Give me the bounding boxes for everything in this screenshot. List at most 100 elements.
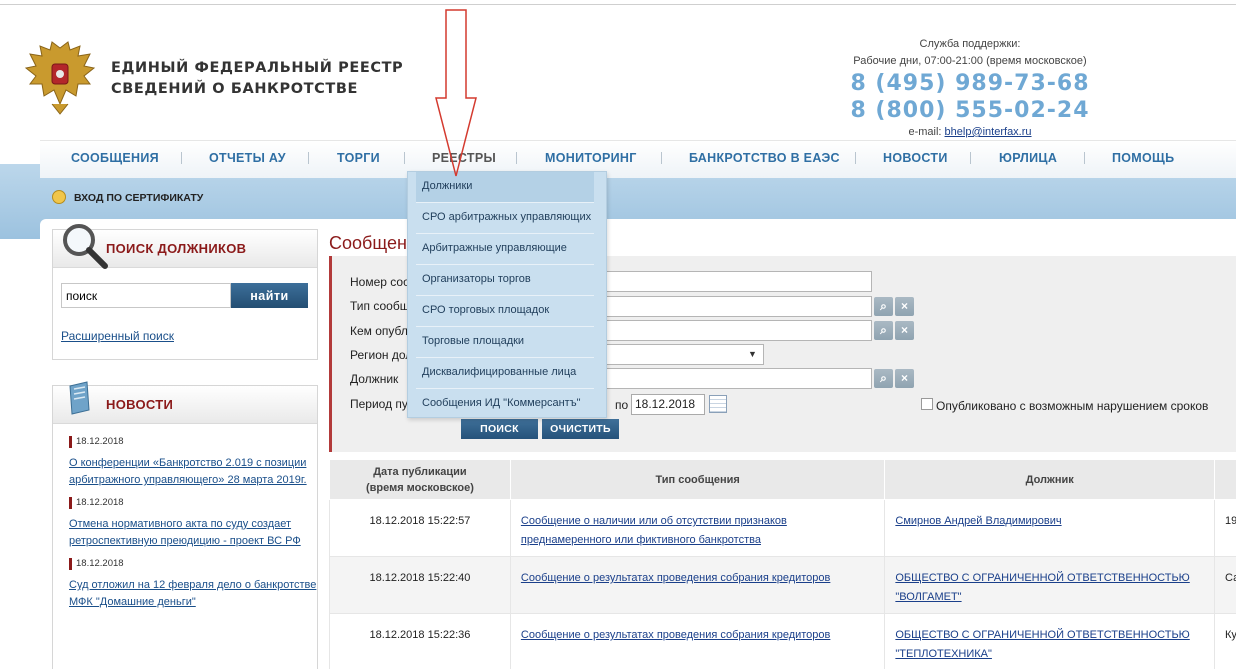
news-link[interactable]: Суд отложил на 12 февраля дело о банкрот… xyxy=(69,577,317,611)
nav-separator xyxy=(404,152,405,164)
period-to-input[interactable]: 18.12.2018 xyxy=(631,394,705,415)
advanced-search-link[interactable]: Расширенный поиск xyxy=(61,329,174,343)
nav-separator xyxy=(181,152,182,164)
row-debtor-cell: ОБЩЕСТВО С ОГРАНИЧЕННОЙ ОТВЕТСТВЕННОСТЬЮ… xyxy=(884,556,1215,614)
support-email-link[interactable]: bhelp@interfax.ru xyxy=(945,126,1032,138)
nav-item-help[interactable]: ПОМОЩЬ xyxy=(1112,141,1174,175)
lookup-icon[interactable]: ⌕ xyxy=(874,321,893,340)
email-label: e-mail: xyxy=(908,126,942,138)
debtor-search-input[interactable] xyxy=(61,283,231,308)
support-label: Служба поддержки: xyxy=(919,38,1021,50)
down-arrow-icon xyxy=(435,9,477,177)
label-debtor-region: Регион дол xyxy=(350,348,413,362)
period-to-label: по xyxy=(615,398,629,412)
row-debtor-link[interactable]: ОБЩЕСТВО С ОГРАНИЧЕННОЙ ОТВЕТСТВЕННОСТЬЮ… xyxy=(895,629,1189,660)
russian-coat-of-arms-icon xyxy=(24,41,96,115)
news-link[interactable]: Отмена нормативного акта по суду создает… xyxy=(69,516,317,550)
table-row: 18.12.2018 15:22:40 Сообщение о результа… xyxy=(329,556,1236,614)
dropdown-item-sro-au[interactable]: СРО арбитражных управляющих xyxy=(416,203,594,234)
clear-x-icon[interactable]: × xyxy=(895,297,914,316)
row-debtor-link[interactable]: ОБЩЕСТВО С ОГРАНИЧЕННОЙ ОТВЕТСТВЕННОСТЬЮ… xyxy=(895,572,1189,603)
support-email-row: e-mail: bhelp@interfax.ru xyxy=(830,124,1110,141)
news-date: 18.12.2018 xyxy=(69,558,317,570)
debtor-input[interactable] xyxy=(602,368,872,389)
lookup-icon[interactable]: ⌕ xyxy=(874,297,893,316)
dropdown-item-trading-platforms[interactable]: Торговые площадки xyxy=(416,327,594,358)
nav-item-news[interactable]: НОВОСТИ xyxy=(883,141,948,175)
chevron-down-icon: ▼ xyxy=(748,349,757,359)
nav-separator xyxy=(516,152,517,164)
page-title: Сообщени xyxy=(329,233,417,253)
row-type-cell: Сообщение о результатах проведения собра… xyxy=(509,613,886,669)
dropdown-item-arbitration-managers[interactable]: Арбитражные управляющие xyxy=(416,234,594,265)
table-row: 18.12.2018 15:22:36 Сообщение о результа… xyxy=(329,613,1236,669)
news-item: 18.12.2018 О конференции «Банкротство 2.… xyxy=(53,436,317,489)
results-table: Дата публикации (время московское) Тип с… xyxy=(329,459,1236,669)
row-debtor-cell: Смирнов Андрей Владимирович xyxy=(884,499,1215,557)
nav-item-au-reports[interactable]: ОТЧЕТЫ АУ xyxy=(209,141,286,175)
published-by-input[interactable] xyxy=(602,320,872,341)
debtor-region-select[interactable] xyxy=(602,344,764,365)
label-debtor: Должник xyxy=(350,372,399,386)
support-hours: Рабочие дни, 07:00-21:00 (время московск… xyxy=(853,55,1087,67)
registries-dropdown: Должники СРО арбитражных управляющих Арб… xyxy=(407,171,607,418)
dropdown-item-auction-organizers[interactable]: Организаторы торгов xyxy=(416,265,594,296)
news-date: 18.12.2018 xyxy=(69,436,317,448)
nav-separator xyxy=(661,152,662,164)
certificate-login[interactable]: ВХОД ПО СЕРТИФИКАТУ xyxy=(52,188,203,208)
dropdown-item-sro-trading-platforms[interactable]: СРО торговых площадок xyxy=(416,296,594,327)
nav-separator xyxy=(855,152,856,164)
news-header: НОВОСТИ xyxy=(53,381,317,424)
nav-item-auctions[interactable]: ТОРГИ xyxy=(337,141,380,175)
row-debtor-cell: ОБЩЕСТВО С ОГРАНИЧЕННОЙ ОТВЕТСТВЕННОСТЬЮ… xyxy=(884,613,1215,669)
row-extra: Са xyxy=(1214,556,1236,614)
debtor-search-header: ПОИСК ДОЛЖНИКОВ xyxy=(53,224,317,269)
top-divider xyxy=(0,4,1236,5)
row-extra: 19 xyxy=(1214,499,1236,557)
debtor-search-box: ПОИСК ДОЛЖНИКОВ найти Расширенный поиск xyxy=(52,224,318,360)
news-box: НОВОСТИ 18.12.2018 О конференции «Банкро… xyxy=(52,381,318,669)
label-message-type: Тип сообщ xyxy=(350,299,410,313)
row-type-link[interactable]: Сообщение о наличии или об отсутствии пр… xyxy=(521,515,787,546)
message-number-input[interactable] xyxy=(602,271,872,292)
row-date: 18.12.2018 15:22:40 xyxy=(329,556,511,614)
nav-item-monitoring[interactable]: МОНИТОРИНГ xyxy=(545,141,637,175)
col-header-type: Тип сообщения xyxy=(509,459,886,500)
nav-item-messages[interactable]: СООБЩЕНИЯ xyxy=(71,141,159,175)
table-row: 18.12.2018 15:22:57 Сообщение о наличии … xyxy=(329,499,1236,557)
clear-x-icon[interactable]: × xyxy=(895,321,914,340)
lock-icon xyxy=(52,190,66,205)
row-date: 18.12.2018 15:22:57 xyxy=(329,499,511,557)
main-nav: СООБЩЕНИЯ ОТЧЕТЫ АУ ТОРГИ РЕЕСТРЫ МОНИТО… xyxy=(40,140,1236,178)
row-debtor-link[interactable]: Смирнов Андрей Владимирович xyxy=(895,515,1061,527)
support-phone-2: 8 (800) 555-02-24 xyxy=(850,98,1090,123)
message-type-input[interactable] xyxy=(602,296,872,317)
news-link[interactable]: О конференции «Банкротство 2.019 с позиц… xyxy=(69,455,317,489)
debtor-search-button[interactable]: найти xyxy=(231,283,308,308)
certificate-login-label: ВХОД ПО СЕРТИФИКАТУ xyxy=(74,192,204,204)
nav-separator xyxy=(1084,152,1085,164)
col-header-debtor: Должник xyxy=(884,459,1215,500)
debtor-search-title: ПОИСК ДОЛЖНИКОВ xyxy=(106,241,247,256)
label-publication-period: Период пу xyxy=(350,397,408,411)
nav-item-eaeu-bankruptcy[interactable]: БАНКРОТСТВО В ЕАЭС xyxy=(689,141,840,175)
clear-button[interactable]: ОЧИСТИТЬ xyxy=(542,419,619,439)
news-title: НОВОСТИ xyxy=(106,397,174,412)
late-publication-checkbox[interactable] xyxy=(921,398,933,410)
clear-x-icon[interactable]: × xyxy=(895,369,914,388)
support-block: Служба поддержки: Рабочие дни, 07:00-21:… xyxy=(830,36,1110,141)
row-extra: Ку xyxy=(1214,613,1236,669)
row-type-link[interactable]: Сообщение о результатах проведения собра… xyxy=(521,572,830,584)
nav-separator xyxy=(970,152,971,164)
site-title-line1: ЕДИНЫЙ ФЕДЕРАЛЬНЫЙ РЕЕСТР xyxy=(111,60,404,76)
nav-item-legal-entities[interactable]: ЮРЛИЦА xyxy=(999,141,1057,175)
dropdown-item-disqualified-persons[interactable]: Дисквалифицированные лица xyxy=(416,358,594,389)
lookup-icon[interactable]: ⌕ xyxy=(874,369,893,388)
site-title-line2: СВЕДЕНИЙ О БАНКРОТСТВЕ xyxy=(111,81,359,97)
nav-separator xyxy=(308,152,309,164)
dropdown-item-kommersant[interactable]: Сообщения ИД "Коммерсантъ" xyxy=(416,389,594,420)
search-button[interactable]: ПОИСК xyxy=(461,419,538,439)
row-type-link[interactable]: Сообщение о результатах проведения собра… xyxy=(521,629,830,641)
calendar-icon[interactable] xyxy=(709,395,727,413)
site-title: ЕДИНЫЙ ФЕДЕРАЛЬНЫЙ РЕЕСТР СВЕДЕНИЙ О БАН… xyxy=(111,58,403,100)
